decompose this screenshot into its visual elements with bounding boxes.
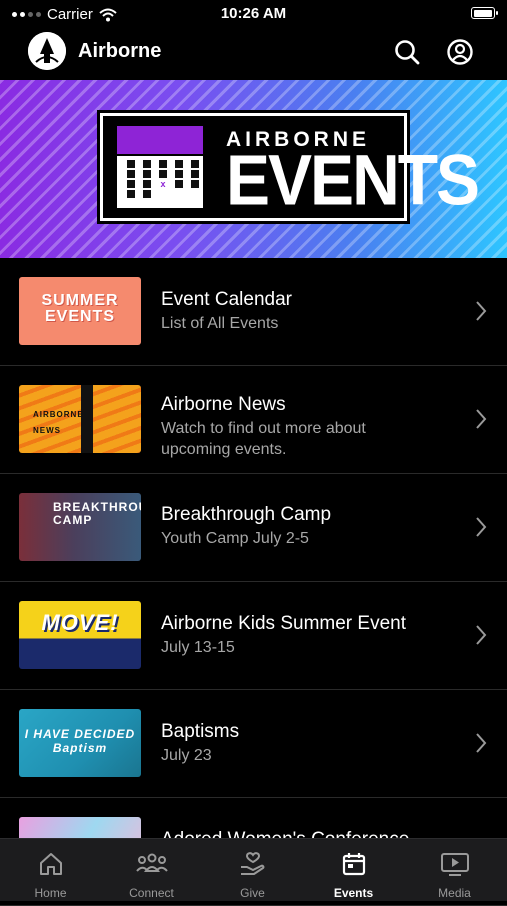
event-title: Baptisms	[161, 721, 240, 742]
event-thumbnail: MOVE!	[19, 601, 141, 669]
chevron-right-icon	[476, 625, 487, 645]
tab-label: Events	[333, 886, 374, 900]
tab-label: Connect	[129, 886, 174, 900]
status-bar: Carrier 10:26 AM	[0, 0, 507, 30]
church-logo-icon[interactable]	[28, 32, 66, 70]
event-subtitle: List of All Events	[161, 315, 279, 332]
events-sign: x AIRBORNE EVENTS	[97, 110, 480, 224]
tab-give[interactable]: Give	[202, 839, 303, 901]
app-header: Airborne	[0, 30, 507, 78]
list-item[interactable]: MOVE! Airborne Kids Summer Event July 13…	[0, 582, 507, 690]
event-thumbnail: I HAVE DECIDED Baptism	[19, 709, 141, 777]
events-banner: x AIRBORNE EVENTS	[0, 80, 507, 258]
event-subtitle: July 23	[161, 747, 212, 764]
chevron-right-icon	[476, 301, 487, 321]
list-item[interactable]: SUMMER EVENTS Event Calendar List of All…	[0, 258, 507, 366]
event-thumbnail: AIRBORNE NEWS	[19, 385, 141, 453]
banner-line2: EVENTS	[226, 139, 480, 220]
chevron-right-icon	[476, 733, 487, 753]
thumbnail-text: BREAKTHROUGH CAMP	[53, 500, 141, 527]
event-subtitle: Watch to find out more about upcoming ev…	[161, 420, 366, 458]
event-thumbnail: SUMMER EVENTS	[19, 277, 141, 345]
event-title: Airborne News	[161, 394, 286, 415]
list-item[interactable]: AIRBORNE NEWS Airborne News Watch to fin…	[0, 366, 507, 474]
people-icon	[135, 853, 168, 872]
event-title: Airborne Kids Summer Event	[161, 613, 406, 634]
media-icon	[440, 853, 469, 876]
tab-home[interactable]: Home	[0, 839, 101, 901]
thumbnail-text: AIRBORNE NEWS	[33, 410, 84, 435]
list-item[interactable]: I HAVE DECIDED Baptism Baptisms July 23	[0, 690, 507, 798]
calendar-icon	[342, 853, 365, 876]
clock: 10:26 AM	[220, 5, 287, 22]
search-button[interactable]	[393, 38, 421, 66]
tab-bar: Home Connect Give Events Media	[0, 838, 507, 901]
app-title: Airborne	[78, 40, 162, 62]
chevron-right-icon	[476, 517, 487, 537]
event-subtitle: Youth Camp July 2-5	[161, 530, 309, 547]
event-thumbnail: BREAKTHROUGH CAMP	[19, 493, 141, 561]
give-icon	[240, 852, 264, 875]
tab-label: Media	[438, 886, 471, 900]
tab-events[interactable]: Events	[303, 839, 404, 901]
event-title: Event Calendar	[161, 289, 292, 310]
profile-icon	[447, 39, 473, 65]
tab-media[interactable]: Media	[404, 839, 505, 901]
thumbnail-text: MOVE!	[41, 610, 119, 635]
thumbnail-text: I HAVE DECIDED Baptism	[24, 727, 136, 755]
search-icon	[395, 40, 420, 65]
profile-button[interactable]	[446, 38, 474, 66]
chevron-right-icon	[476, 409, 487, 429]
tab-label: Home	[34, 886, 67, 900]
calendar-graphic-icon: x	[115, 124, 205, 210]
home-icon	[39, 853, 62, 875]
list-item[interactable]: BREAKTHROUGH CAMP Breakthrough Camp Yout…	[0, 474, 507, 582]
calendar-mark: x	[160, 179, 166, 189]
tab-label: Give	[240, 886, 265, 900]
thumbnail-text: SUMMER EVENTS	[41, 292, 119, 325]
battery-icon	[471, 7, 498, 19]
event-title: Breakthrough Camp	[161, 504, 332, 525]
tab-connect[interactable]: Connect	[101, 839, 202, 901]
events-list: SUMMER EVENTS Event Calendar List of All…	[0, 258, 507, 906]
event-subtitle: July 13-15	[161, 639, 235, 656]
